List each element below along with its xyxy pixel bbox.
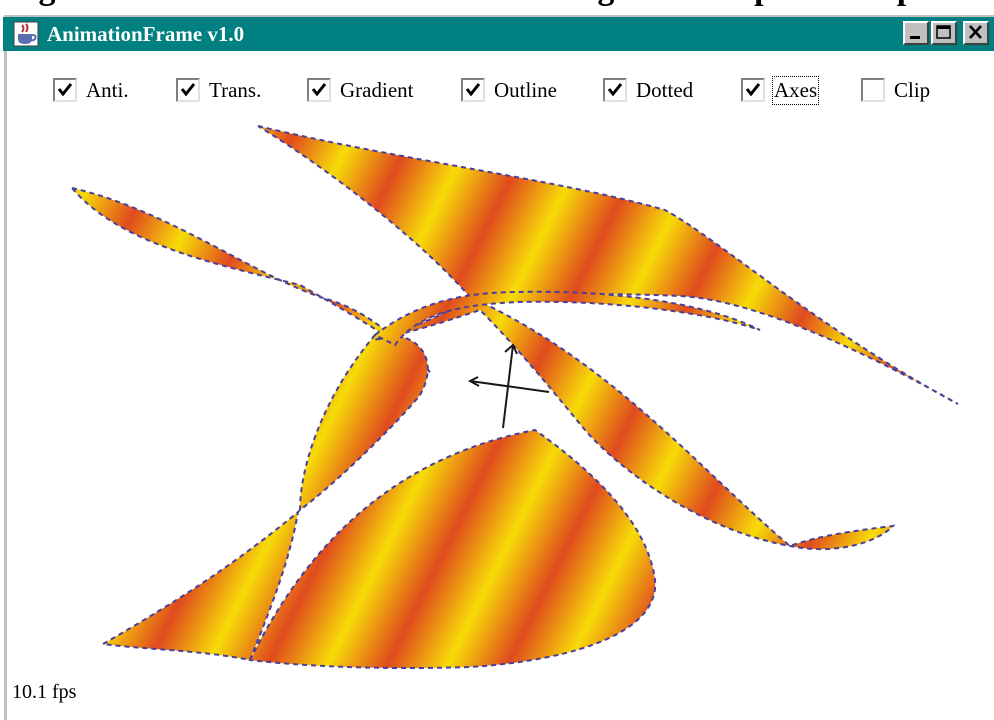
checkbox-dotted[interactable]: [603, 78, 627, 102]
minimize-icon: [910, 36, 920, 39]
option-label: Outline: [494, 77, 557, 102]
checkmark-icon: [311, 83, 327, 97]
java-app-icon: [13, 21, 39, 47]
maximize-button[interactable]: [931, 21, 957, 45]
option-anti[interactable]: Anti.: [53, 75, 129, 105]
fps-readout: 10.1 fps: [12, 681, 77, 703]
maximize-icon: [936, 25, 951, 39]
option-axes[interactable]: Axes: [741, 75, 820, 105]
option-dotted[interactable]: Dotted: [603, 75, 693, 105]
option-label: Axes: [771, 75, 820, 105]
option-outline[interactable]: Outline: [461, 75, 557, 105]
checkbox-outline[interactable]: [461, 78, 485, 102]
option-gradient[interactable]: Gradient: [307, 75, 413, 105]
checkbox-anti[interactable]: [53, 78, 77, 102]
checkmark-icon: [607, 83, 623, 97]
checkbox-trans[interactable]: [176, 78, 200, 102]
option-label: Trans.: [209, 77, 262, 102]
option-label: Anti.: [86, 77, 129, 102]
animation-canvas[interactable]: [7, 112, 994, 672]
checkbox-gradient[interactable]: [307, 78, 331, 102]
option-trans[interactable]: Trans.: [176, 75, 261, 105]
checkbox-axes[interactable]: [741, 78, 765, 102]
option-label: Clip: [894, 77, 931, 102]
checkmark-icon: [465, 83, 481, 97]
page-caption: Figure 6-2. The AnimationFrame running w…: [0, 0, 994, 10]
checkmark-icon: [57, 83, 73, 97]
option-label: Gradient: [340, 77, 414, 102]
title-bar[interactable]: AnimationFrame v1.0: [3, 17, 994, 51]
checkmark-icon: [180, 83, 196, 97]
close-button[interactable]: [963, 21, 989, 45]
option-label: Dotted: [636, 77, 694, 102]
checkmark-icon: [745, 83, 761, 97]
checkbox-clip[interactable]: [861, 78, 885, 102]
ribbon-shape: [257, 125, 959, 551]
option-clip[interactable]: Clip: [861, 75, 930, 105]
window-title: AnimationFrame v1.0: [47, 22, 245, 46]
close-icon: [969, 25, 982, 39]
minimize-button[interactable]: [903, 21, 929, 45]
